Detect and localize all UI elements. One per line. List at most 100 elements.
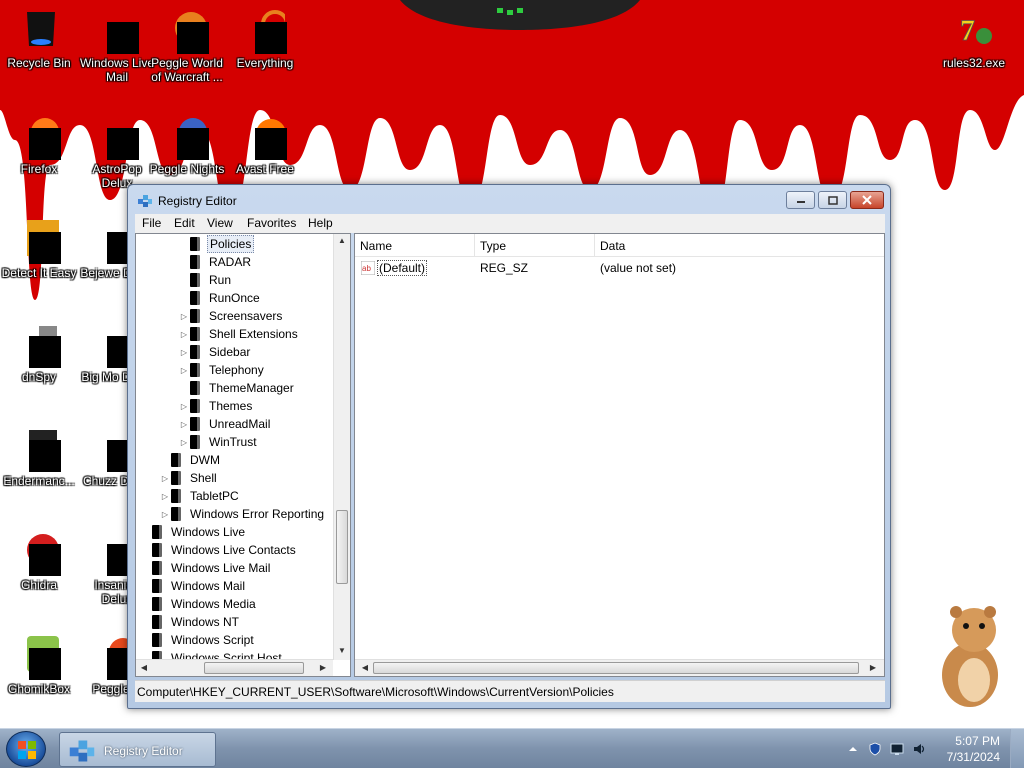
value-data: (value not set) [600,261,677,275]
volume-icon[interactable] [912,742,926,756]
menu-favorites[interactable]: Favorites [247,216,296,230]
expand-arrow-icon[interactable]: ▷ [178,366,190,375]
expand-arrow-icon[interactable]: ▷ [159,474,171,483]
desktop-icon-dnspy[interactable]: dnSpy [0,320,78,384]
window-title: Registry Editor [158,194,237,208]
tree-node[interactable]: Windows Script [140,631,336,649]
scroll-right-icon[interactable]: ▶ [316,663,330,672]
show-desktop-button[interactable] [1010,729,1024,768]
minimize-icon [796,201,805,203]
tree-node[interactable]: RADAR [178,253,350,271]
tree-node[interactable]: DWM [159,451,350,469]
close-button[interactable] [850,191,884,209]
expand-arrow-icon[interactable]: ▷ [178,420,190,429]
scroll-thumb[interactable] [336,510,348,584]
registry-key-icon [190,309,200,323]
registry-tree[interactable]: Policies RADAR Run RunOnce ▷ Screensavers ▷ She… [135,233,351,677]
rules32-icon: 7 [960,14,992,47]
desktop-icon-peggle-wow[interactable]: Peggle World of Warcraft ... [148,6,226,84]
scroll-left-icon[interactable]: ◀ [137,663,151,672]
clock-date[interactable]: 7/31/2024 [947,750,1000,764]
menu-view[interactable]: View [207,216,233,230]
tree-node[interactable]: ▷ TabletPC [159,487,350,505]
tree-node-label: Windows Live Contacts [171,543,296,557]
expand-arrow-icon[interactable]: ▷ [159,510,171,519]
tree-node[interactable]: ThemeManager [178,379,350,397]
taskbar-button-label: Registry Editor [104,744,183,758]
registry-key-icon [171,489,181,503]
start-button[interactable] [6,731,46,767]
tree-node[interactable]: Run [178,271,350,289]
tree-node[interactable]: Windows Mail [140,577,336,595]
tree-node-label: Policies [207,235,255,253]
desktop-icon-rules32[interactable]: 7 rules32.exe [935,6,1013,70]
scroll-up-icon[interactable]: ▲ [335,236,349,245]
menu-help[interactable]: Help [308,216,333,230]
tree-node[interactable]: ▷ WinTrust [178,433,350,451]
tree-node[interactable]: Windows Live Mail [140,559,336,577]
menu-file[interactable]: File [142,216,161,230]
tree-node[interactable]: ▷ Shell Extensions [178,325,350,343]
registry-key-icon [152,615,162,629]
scroll-down-icon[interactable]: ▼ [335,646,349,655]
network-icon[interactable] [890,742,904,756]
tree-node[interactable]: ▷ UnreadMail [178,415,350,433]
registry-editor-icon [69,740,95,762]
desktop-icon-recycle-bin[interactable]: Recycle Bin [0,6,78,70]
show-hidden-icons-icon[interactable] [846,742,860,756]
shield-icon[interactable] [868,742,882,756]
expand-arrow-icon[interactable]: ▷ [178,348,190,357]
scroll-thumb[interactable] [204,662,304,674]
tree-node[interactable]: ▷ Screensavers [178,307,350,325]
tree-node[interactable]: Windows NT [140,613,336,631]
column-header-type[interactable]: Type [475,234,595,256]
tree-node[interactable]: Windows Live Contacts [140,541,336,559]
tree-node[interactable]: Windows Media [140,595,336,613]
string-value-icon: ab [361,261,375,275]
values-horizontal-scrollbar[interactable]: ◀ ▶ [355,659,884,676]
desktop-icon-astropop[interactable]: AstroPop Delux [78,112,156,190]
tree-horizontal-scrollbar[interactable]: ◀ ▶ [136,659,333,676]
tree-node[interactable]: ▷ Telephony [178,361,350,379]
desktop-icon-detect-it-easy[interactable]: e Detect It Easy [0,216,78,280]
desktop-icon-avast[interactable]: Avast Free [226,112,304,176]
scroll-right-icon[interactable]: ▶ [866,663,880,672]
value-row[interactable]: ab (Default) REG_SZ (value not set) [355,258,875,278]
tree-node[interactable]: ▷ Shell [159,469,350,487]
column-header-name[interactable]: Name [355,234,475,256]
scroll-thumb[interactable] [373,662,859,674]
scroll-left-icon[interactable]: ◀ [358,663,372,672]
maximize-button[interactable] [818,191,847,209]
expand-arrow-icon[interactable]: ▷ [178,402,190,411]
minimize-button[interactable] [786,191,815,209]
title-bar[interactable]: Registry Editor [128,185,890,215]
tree-node[interactable]: RunOnce [178,289,350,307]
desktop-icon-firefox[interactable]: Firefox [0,112,78,176]
expand-arrow-icon[interactable]: ▷ [178,312,190,321]
tree-node[interactable]: Windows Live [140,523,336,541]
tree-node[interactable]: ▷ Windows Error Reporting [159,505,350,523]
tree-node[interactable]: ▷ Themes [178,397,350,415]
desktop-icon-ghidra[interactable]: Ghidra [0,528,78,592]
column-header-data[interactable]: Data [595,234,884,256]
menu-edit[interactable]: Edit [174,216,195,230]
desktop-icon-ghomikbox[interactable]: GhomikBox [0,632,78,696]
desktop-icon-peggle-nights[interactable]: Peggle Nights [148,112,226,176]
tree-node[interactable]: ▷ Sidebar [178,343,350,361]
svg-text:ab: ab [362,264,371,273]
desktop-icon-enderman[interactable]: Endermanc... [0,424,78,488]
clock-time[interactable]: 5:07 PM [955,734,1000,748]
desktop-icon-everything[interactable]: Everything [226,6,304,70]
expand-arrow-icon[interactable]: ▷ [159,492,171,501]
tree-node[interactable]: Policies [178,235,350,253]
registry-key-icon [152,579,162,593]
taskbar-button-registry-editor[interactable]: Registry Editor [59,732,216,767]
desktop-icon-label: Avast Free [236,162,294,176]
values-list[interactable]: Name Type Data ab (Default) REG_SZ (valu… [354,233,885,677]
registry-key-icon [190,381,200,395]
expand-arrow-icon[interactable]: ▷ [178,438,190,447]
tree-vertical-scrollbar[interactable]: ▲ ▼ [333,234,350,660]
expand-arrow-icon[interactable]: ▷ [178,330,190,339]
registry-key-icon [171,453,181,467]
desktop-icon-windows-live-mail[interactable]: Windows Live Mail [78,6,156,84]
